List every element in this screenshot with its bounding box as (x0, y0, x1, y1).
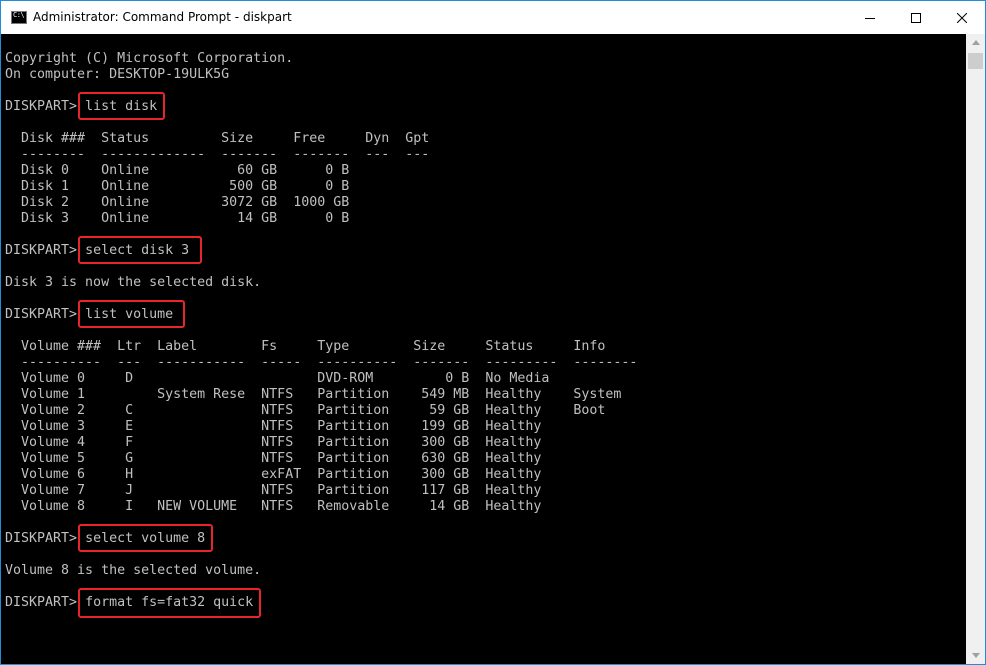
command-highlight-box (78, 524, 213, 552)
command-prompt-window: Administrator: Command Prompt - diskpart… (0, 0, 986, 665)
scroll-thumb[interactable] (968, 53, 983, 69)
minimize-button[interactable] (847, 1, 893, 34)
volume-row: Volume 8 I NEW VOLUME NTFS Removable 14 … (5, 499, 542, 514)
close-icon (957, 12, 967, 23)
volume-row: Volume 2 C NTFS Partition 59 GB Healthy … (5, 403, 606, 418)
close-button[interactable] (939, 1, 985, 34)
prompt: DISKPART> (5, 307, 86, 322)
computer-line: On computer: DESKTOP-19ULK5G (5, 67, 230, 82)
disk-row: Disk 3 Online 14 GB 0 B (5, 211, 350, 226)
volume-table-separator: ---------- --- ----------- ----- -------… (5, 355, 638, 370)
title-bar[interactable]: Administrator: Command Prompt - diskpart (1, 1, 985, 34)
minimize-icon (865, 17, 875, 19)
prompt: DISKPART> (5, 99, 86, 114)
command-highlight-box (78, 92, 165, 120)
command-highlight-box (78, 236, 202, 264)
volume-row: Volume 1 System Rese NTFS Partition 549 … (5, 387, 622, 402)
volume-row: Volume 3 E NTFS Partition 199 GB Healthy (5, 419, 542, 434)
scroll-up-button[interactable] (966, 34, 985, 51)
disk-row: Disk 0 Online 60 GB 0 B (5, 163, 350, 178)
volume-table-header: Volume ### Ltr Label Fs Type Size Status… (5, 339, 606, 354)
disk-table-separator: -------- ------------- ------- ------- -… (5, 147, 430, 162)
prompt: DISKPART> (5, 531, 86, 546)
command-highlight-box (78, 588, 261, 618)
disk-table-header: Disk ### Status Size Free Dyn Gpt (5, 131, 430, 146)
volume-row: Volume 6 H exFAT Partition 300 GB Health… (5, 467, 542, 482)
maximize-icon (911, 12, 921, 23)
volume-row: Volume 4 F NTFS Partition 300 GB Healthy (5, 435, 542, 450)
prompt: DISKPART> (5, 243, 86, 258)
copyright-line: Copyright (C) Microsoft Corporation. (5, 51, 294, 66)
maximize-button[interactable] (893, 1, 939, 34)
disk-row: Disk 1 Online 500 GB 0 B (5, 179, 350, 194)
volume-row: Volume 7 J NTFS Partition 117 GB Healthy (5, 483, 542, 498)
disk-row: Disk 2 Online 3072 GB 1000 GB (5, 195, 350, 210)
console-output[interactable]: Copyright (C) Microsoft Corporation. On … (1, 34, 966, 664)
chevron-up-icon (971, 40, 980, 45)
disk-selected-message: Disk 3 is now the selected disk. (5, 275, 262, 290)
cmd-icon (11, 11, 27, 24)
vertical-scrollbar[interactable] (966, 34, 985, 664)
command-highlight-box (78, 300, 185, 328)
volume-row: Volume 5 G NTFS Partition 630 GB Healthy (5, 451, 542, 466)
volume-row: Volume 0 D DVD-ROM 0 B No Media (5, 371, 550, 386)
volume-selected-message: Volume 8 is the selected volume. (5, 563, 262, 578)
scroll-down-button[interactable] (966, 647, 985, 664)
prompt: DISKPART> (5, 595, 86, 610)
chevron-down-icon (971, 653, 980, 658)
window-title: Administrator: Command Prompt - diskpart (33, 10, 292, 24)
